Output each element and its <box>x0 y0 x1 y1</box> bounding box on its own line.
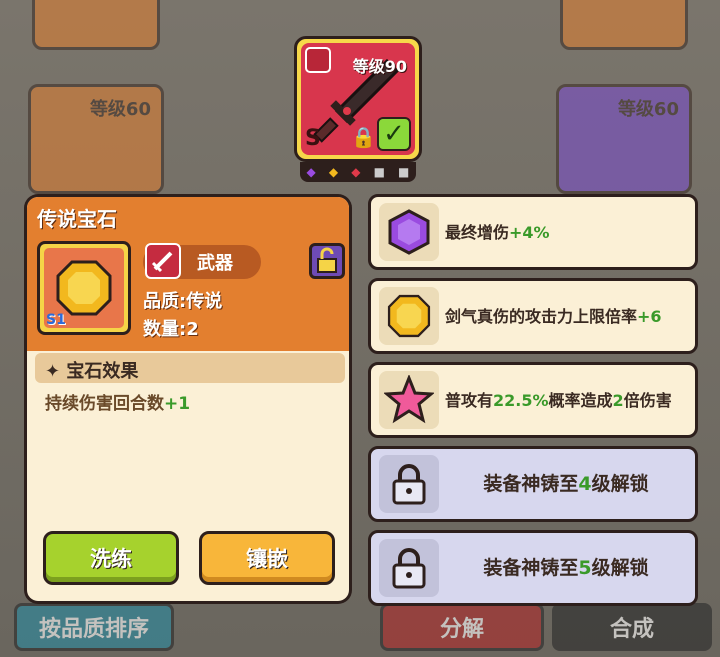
gem-thumbnail: S1 <box>37 241 131 335</box>
slot-value: +6 <box>637 306 662 326</box>
effect-description: 持续伤害回合数+1 <box>45 389 190 414</box>
unlock-text-pre: 装备神铸至 <box>483 472 579 495</box>
purple-gem-icon: ◆ <box>306 165 316 179</box>
slot-text: 装备神铸至5级解锁 <box>445 533 687 603</box>
bg-card-level: 等级60 <box>89 99 151 120</box>
slot-value: 2 <box>612 390 624 410</box>
slot-text-post: 倍伤害 <box>623 390 672 410</box>
gem-slot-row[interactable]: 普攻有22.5%概率造成2倍伤害 <box>368 362 698 438</box>
effect-value: +1 <box>164 394 191 414</box>
compose-button[interactable]: 合成 <box>552 603 712 651</box>
yellow-gem-icon: ◆ <box>328 165 339 179</box>
gem-grade: S1 <box>46 312 66 328</box>
inlay-button[interactable]: 镶嵌 <box>199 531 335 585</box>
effect-text: 持续伤害回合数 <box>45 394 164 414</box>
unlock-text-post: 级解锁 <box>591 472 649 495</box>
lock-icon <box>379 455 439 513</box>
bg-card-top-right <box>560 0 688 50</box>
compose-button-label: 合成 <box>609 617 654 642</box>
unlock-text-pre: 装备神铸至 <box>483 556 579 579</box>
bg-card-top-left <box>32 0 160 50</box>
lock-icon: 🔒 <box>351 125 376 149</box>
lock-icon <box>379 539 439 597</box>
bg-card-right: 等级60 <box>556 84 692 194</box>
bg-card-level: 等级60 <box>617 99 679 120</box>
weapon-level: 等级90 <box>352 57 407 76</box>
gem-slot-row[interactable]: 最终增伤+4% <box>368 194 698 270</box>
slot-stat: 剑气真伤的攻击力上限倍率 <box>445 306 638 326</box>
unlock-icon[interactable] <box>309 243 345 279</box>
purple-gem-icon <box>379 203 439 261</box>
panel-title: 传说宝石 <box>37 207 117 231</box>
pink-star-icon <box>379 371 439 429</box>
inlay-button-label: 镶嵌 <box>246 547 288 571</box>
wash-button[interactable]: 洗练 <box>43 531 179 585</box>
unlock-level: 4 <box>578 472 592 495</box>
lock-icon: ■ <box>373 165 385 179</box>
sort-button[interactable]: 按品质排序 <box>14 603 174 651</box>
weapon-grade: S <box>305 126 321 151</box>
slot-text: 剑气真伤的攻击力上限倍率+6 <box>445 281 687 351</box>
weapon-gem-slots: ◆ ◆ ◆ ■ ■ <box>300 162 416 182</box>
wash-button-label: 洗练 <box>90 547 132 571</box>
gem-type-label: 武器 <box>197 253 233 274</box>
effect-title-text: 宝石效果 <box>66 361 139 382</box>
locked-slot-row[interactable]: 装备神铸至4级解锁 <box>368 446 698 522</box>
unlock-text-post: 级解锁 <box>591 556 649 579</box>
slot-text: 普攻有22.5%概率造成2倍伤害 <box>445 365 687 435</box>
gem-detail-panel: 传说宝石 S1 武器 品质:传说 数量:2 ✦ 宝石效果 持续伤害回合数+1 洗… <box>24 194 352 604</box>
decompose-button[interactable]: 分解 <box>380 603 544 651</box>
check-icon: ✓ <box>377 117 411 151</box>
slot-value: 22.5% <box>493 390 549 410</box>
gem-slot-row[interactable]: 剑气真伤的攻击力上限倍率+6 <box>368 278 698 354</box>
lock-icon: ■ <box>398 165 410 179</box>
slot-text: 装备神铸至4级解锁 <box>445 449 687 519</box>
weapon-card-face: 等级90 S 🔒 ✓ <box>301 43 415 155</box>
slot-text: 最终增伤+4% <box>445 197 687 267</box>
unlock-level: 5 <box>578 556 592 579</box>
bg-card-left: 等级60 <box>28 84 164 194</box>
sort-button-label: 按品质排序 <box>38 617 149 642</box>
decompose-button-label: 分解 <box>439 617 484 642</box>
sparkle-icon: ✦ <box>45 361 61 382</box>
red-gem-icon: ◆ <box>351 165 361 179</box>
gem-count: 数量:2 <box>143 319 199 340</box>
slot-text-mid: 概率造成 <box>548 390 613 410</box>
yellow-gem-icon <box>379 287 439 345</box>
locked-slot-row[interactable]: 装备神铸至5级解锁 <box>368 530 698 606</box>
gem-quality: 品质:传说 <box>143 291 223 312</box>
yellow-gem-icon <box>56 260 112 316</box>
slot-text-pre: 普攻有 <box>445 390 494 410</box>
sword-icon <box>145 243 181 279</box>
effect-title: ✦ 宝石效果 <box>45 357 138 383</box>
slot-value: +4% <box>509 222 550 242</box>
equipped-weapon-card[interactable]: 等级90 S 🔒 ✓ <box>294 36 422 162</box>
slot-stat: 最终增伤 <box>445 222 510 242</box>
